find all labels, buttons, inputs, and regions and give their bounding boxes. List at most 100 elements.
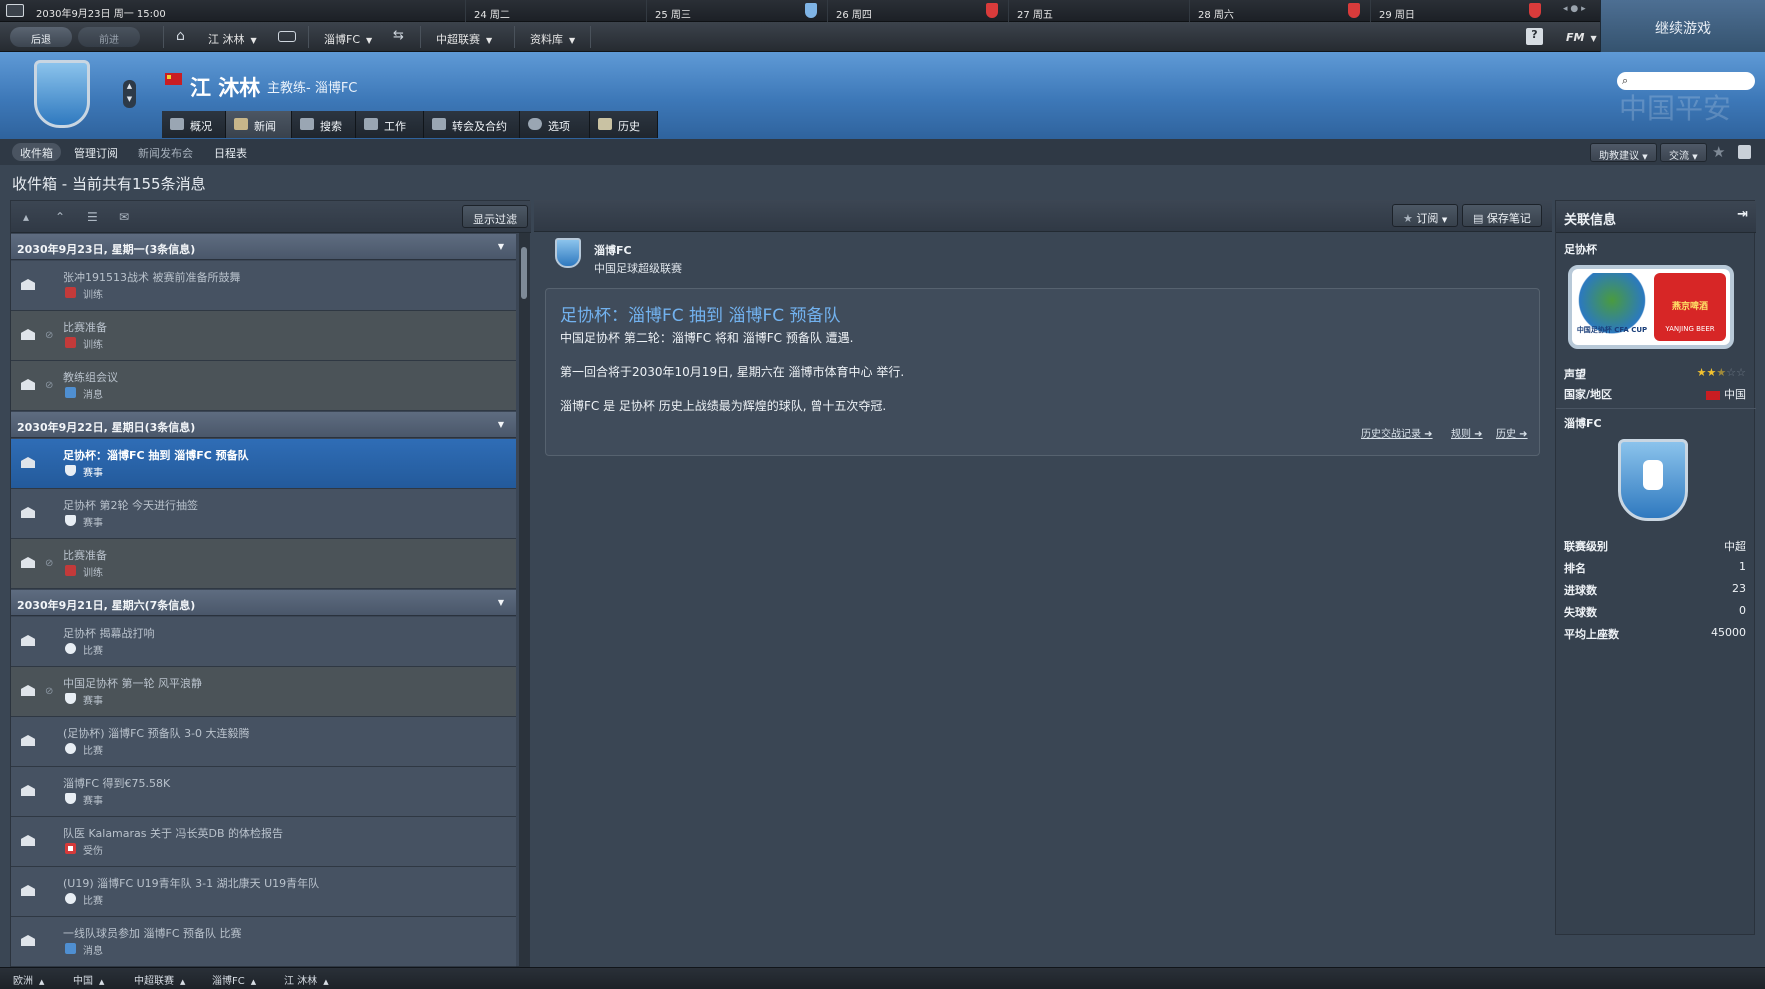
manager-dropdown[interactable]: 江 沐林 ▼ — [200, 26, 265, 48]
sender-crest-icon[interactable] — [555, 238, 581, 268]
chevron-down-icon: ▼ — [1441, 216, 1448, 224]
show-filter-button[interactable]: 显示过滤 — [462, 205, 528, 228]
calendar-day[interactable]: 24 周二 — [465, 0, 646, 22]
interact-button[interactable]: 交流 ▼ — [1660, 143, 1707, 162]
training-icon — [65, 565, 76, 576]
reputation-label: 声望 — [1564, 368, 1586, 381]
stat-row: 进球数 23 — [1564, 579, 1746, 599]
subtab-inbox[interactable]: 收件箱 — [12, 143, 61, 161]
assistant-label: 助教建议 — [1599, 151, 1639, 162]
stat-row: 平均上座数 45000 — [1564, 623, 1746, 643]
search-input[interactable]: ⌕ — [1617, 72, 1755, 90]
database-dropdown[interactable]: 资料库 ▼ — [522, 26, 583, 48]
list-item[interactable]: 淄博FC 得到€75.58K 赛事 — [11, 767, 516, 817]
calendar-day[interactable]: 26 周四 — [827, 0, 1008, 22]
country-value[interactable]: 中国 — [1706, 386, 1746, 402]
list-item[interactable]: 一线队球员参加 淄博FC 预备队 比赛 消息 — [11, 917, 516, 967]
tab-options[interactable]: 选项 — [520, 111, 590, 138]
head-to-head-link[interactable]: 历史交战记录 ➜ — [1361, 425, 1433, 440]
scrollbar-thumb[interactable] — [521, 247, 527, 299]
list-item[interactable]: ⊘ 教练组会议 消息 — [11, 361, 516, 411]
list-item[interactable]: 足协杯 第2轮 今天进行抽签 赛事 — [11, 489, 516, 539]
article-paragraph: 中国足协杯 第二轮：淄博FC 将和 淄博FC 预备队 遭遇. — [560, 331, 854, 345]
tab-transfers[interactable]: 转会及合约 — [424, 111, 520, 138]
calendar-day[interactable]: 29 周日 — [1370, 0, 1551, 22]
breadcrumb-item[interactable]: 中国 ▲ — [73, 972, 104, 987]
home-icon[interactable]: ⌂ — [176, 28, 185, 44]
list-item[interactable]: (U19) 淄博FC U19青年队 3-1 湖北康天 U19青年队 比赛 — [11, 867, 516, 917]
list-item[interactable]: 足协杯 揭幕战打响 比赛 — [11, 617, 516, 667]
breadcrumb-label: 欧洲 — [13, 976, 33, 987]
club-crest-icon[interactable] — [34, 60, 90, 128]
chevron-down-icon: ▼ — [497, 242, 504, 251]
club-name[interactable]: 淄博FC — [1564, 415, 1602, 431]
competition-name[interactable]: 足协杯 — [1564, 241, 1597, 257]
list-item-selected[interactable]: 足协杯：淄博FC 抽到 淄博FC 预备队 赛事 — [11, 439, 516, 489]
message-group-header[interactable]: 2030年9月23日, 星期一(3条信息) ▼ — [11, 234, 516, 260]
breadcrumb-label: 中国 — [73, 976, 93, 987]
message-subject: 教练组会议 — [63, 371, 118, 384]
forward-button[interactable]: 前进 — [78, 27, 140, 47]
tab-history[interactable]: 历史 — [590, 111, 658, 138]
league-dropdown[interactable]: 中超联赛 ▼ — [428, 26, 500, 48]
help-button[interactable]: ? — [1526, 28, 1543, 45]
history-link[interactable]: 历史 ➜ — [1496, 425, 1528, 440]
breadcrumb-item[interactable]: 淄博FC ▲ — [212, 972, 256, 987]
club-dropdown[interactable]: 淄博FC ▼ — [316, 26, 380, 48]
tab-news[interactable]: 新闻 — [226, 111, 292, 138]
subtab-press[interactable]: 新闻发布会 — [130, 143, 201, 161]
tab-job[interactable]: 工作 — [356, 111, 424, 138]
sender-league[interactable]: 中国足球超级联赛 — [594, 260, 682, 276]
rules-link[interactable]: 规则 ➜ — [1451, 425, 1483, 440]
export-icon[interactable]: ⇥ — [1737, 207, 1748, 222]
subscribe-button[interactable]: ★ 订阅 ▼ — [1392, 204, 1459, 227]
subtab-calendar[interactable]: 日程表 — [206, 143, 255, 161]
message-group-header[interactable]: 2030年9月21日, 星期六(7条信息) ▼ — [11, 590, 516, 616]
sort-up-icon[interactable]: ▴ — [23, 210, 37, 224]
subtab-subscriptions[interactable]: 管理订阅 — [66, 143, 126, 161]
message-group-header[interactable]: 2030年9月22日, 星期日(3条信息) ▼ — [11, 412, 516, 438]
cup-logo[interactable]: 中国足协杯 CFA CUP 燕京啤酒 YANJING BEER — [1568, 265, 1734, 349]
list-item[interactable]: (足协杯) 淄博FC 预备队 3-0 大连毅腾 比赛 — [11, 717, 516, 767]
tab-search[interactable]: 搜索 — [292, 111, 356, 138]
save-note-button[interactable]: ▤ 保存笔记 — [1462, 204, 1542, 227]
envelope-icon — [21, 935, 35, 946]
chevron-up-icon: ▲ — [250, 978, 257, 986]
list-view-icon[interactable]: ☰ — [87, 210, 101, 224]
calendar-bar: 2030年9月23日 周一 15:00 24 周二 25 周三 26 周四 27… — [0, 0, 1765, 22]
continue-game-button[interactable]: 继续游戏 — [1600, 0, 1765, 52]
club-crest-icon[interactable] — [1618, 439, 1688, 521]
calendar-day[interactable]: 27 周五 — [1008, 0, 1189, 22]
breadcrumb-item[interactable]: 江 沐林 ▲ — [284, 972, 329, 987]
back-button[interactable]: 后退 — [10, 27, 72, 47]
assistant-advice-button[interactable]: 助教建议 ▼ — [1590, 143, 1657, 162]
sender-name[interactable]: 淄博FC — [594, 242, 632, 258]
tab-overview[interactable]: 概况 — [162, 111, 226, 138]
shield-icon — [65, 465, 76, 476]
calendar-day[interactable]: 25 周三 — [646, 0, 827, 22]
mail-icon[interactable]: ✉ — [119, 210, 133, 224]
fm-menu[interactable]: FM ▼ — [1558, 26, 1605, 48]
inbox-icon[interactable] — [278, 31, 296, 42]
scroll-updown-icon[interactable]: ▲ ▼ — [123, 80, 136, 108]
list-item[interactable]: 队医 Kalamaras 关于 冯长英DB 的体检报告 受伤 — [11, 817, 516, 867]
list-item[interactable]: ⊘ 比赛准备 训练 — [11, 539, 516, 589]
manager-name: 江 沐林 — [190, 76, 261, 100]
switch-icon[interactable]: ⇆ — [393, 28, 404, 43]
list-item[interactable]: ⊘ 中国足协杯 第一轮 风平浪静 赛事 — [11, 667, 516, 717]
envelope-icon — [21, 457, 35, 468]
calendar-icon[interactable] — [6, 4, 24, 17]
notes-icon[interactable] — [1738, 145, 1751, 159]
breadcrumb-item[interactable]: 中超联赛 ▲ — [134, 972, 185, 987]
collapse-all-icon[interactable]: ⌃ — [55, 210, 69, 224]
list-item[interactable]: 张冲191513战术 被赛前准备所鼓舞 训练 — [11, 261, 516, 311]
list-item[interactable]: ⊘ 比赛准备 训练 — [11, 311, 516, 361]
inbox-scrollbar[interactable] — [519, 233, 529, 968]
fm-label: FM — [1566, 31, 1585, 44]
calendar-day[interactable]: 28 周六 — [1189, 0, 1370, 22]
breadcrumb-item[interactable]: 欧洲 ▲ — [13, 972, 44, 987]
message-category: 赛事 — [83, 468, 103, 479]
stat-value: 23 — [1732, 582, 1746, 595]
calendar-nav-icon[interactable]: ◂ ● ▸ — [1563, 4, 1586, 14]
star-icon[interactable]: ★ — [1712, 143, 1725, 161]
